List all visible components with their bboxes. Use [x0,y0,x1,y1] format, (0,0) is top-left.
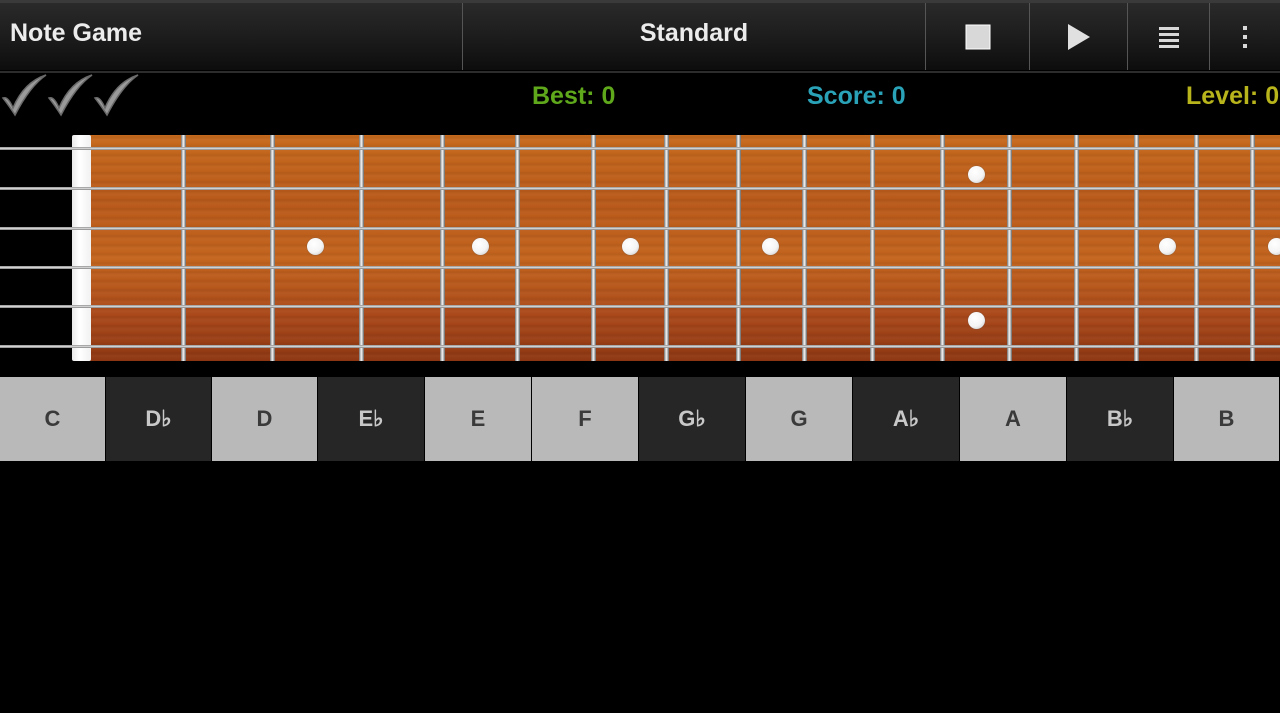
fret [1134,135,1139,361]
app-title: Note Game [10,19,142,47]
note-key-d-flat[interactable]: D♭ [106,377,212,461]
stop-icon [965,24,990,49]
fret-marker [1159,238,1176,255]
fret-marker [307,238,324,255]
more-vert-icon [1243,25,1247,48]
fret [802,135,807,361]
overflow-menu-button[interactable] [1210,3,1280,70]
string [0,187,1280,190]
string [0,227,1280,230]
fret [515,135,520,361]
list-button[interactable] [1128,3,1209,70]
string [0,266,1280,269]
note-key-g[interactable]: G [746,377,853,461]
note-key-f[interactable]: F [532,377,639,461]
divider [0,71,1280,73]
check-icon [47,74,93,117]
level-indicator: Level: 0 [1186,82,1280,110]
string [0,345,1280,348]
note-key-e-flat[interactable]: E♭ [318,377,425,461]
check-icon [93,74,139,117]
fretboard[interactable] [0,135,1280,361]
fret-marker [762,238,779,255]
tuning-mode-selector[interactable]: Standard [463,19,925,48]
fret [181,135,186,361]
note-key-b[interactable]: B [1174,377,1280,461]
fret [359,135,364,361]
note-key-g-flat[interactable]: G♭ [639,377,746,461]
fret [270,135,275,361]
play-button[interactable] [1030,3,1127,70]
check-icon [1,74,47,117]
fret [1250,135,1255,361]
fret [1007,135,1012,361]
fret [870,135,875,361]
play-icon [1067,23,1090,50]
string [0,147,1280,150]
action-bar: Note Game Standard [0,0,1280,73]
stop-button[interactable] [926,3,1029,70]
current-score: Score: 0 [807,82,906,110]
fret [736,135,741,361]
fret [440,135,445,361]
note-keys: C D♭ D E♭ E F G♭ G A♭ A B♭ B [0,377,1280,461]
fret [664,135,669,361]
fret-marker [622,238,639,255]
note-key-a[interactable]: A [960,377,1067,461]
best-score: Best: 0 [532,82,616,110]
fret [1074,135,1079,361]
fret-marker [472,238,489,255]
fret-marker [968,166,985,183]
fret [940,135,945,361]
note-key-e[interactable]: E [425,377,532,461]
fret-marker [1268,238,1280,255]
fret [1194,135,1199,361]
note-key-a-flat[interactable]: A♭ [853,377,960,461]
string [0,305,1280,308]
nut [72,135,91,361]
fretboard-wood [74,135,1280,361]
note-key-b-flat[interactable]: B♭ [1067,377,1174,461]
fret [591,135,596,361]
note-key-c[interactable]: C [0,377,106,461]
fret-marker [968,312,985,329]
list-icon [1158,26,1179,48]
note-key-d[interactable]: D [212,377,318,461]
